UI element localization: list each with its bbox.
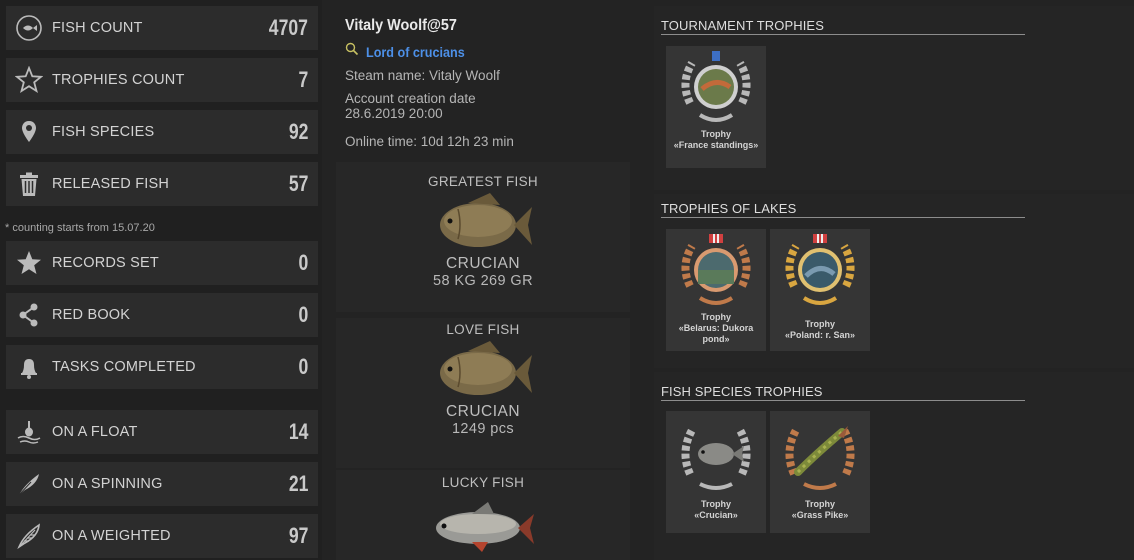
stat-label: ON A SPINNING: [52, 476, 163, 492]
feather-icon: [14, 469, 44, 499]
trophy-card[interactable]: Trophy «Poland: r. San»: [770, 229, 870, 351]
stat-label: RECORDS SET: [52, 255, 159, 271]
trophy-card[interactable]: Trophy «Belarus: Dukora pond»: [666, 229, 766, 351]
bell-icon: [14, 352, 44, 382]
search-icon: [345, 42, 359, 61]
creation-date: 28.6.2019 20:00: [345, 106, 443, 121]
stat-label: RELEASED FISH: [52, 176, 170, 192]
trophy-label: Trophy: [700, 129, 731, 139]
stat-value: 14: [288, 419, 308, 444]
trophy-name: «Grass Pike»: [791, 510, 849, 520]
stat-value: 0: [298, 354, 308, 379]
stat-trophies-count: TROPHIES COUNT 7: [6, 58, 318, 102]
gold-laurel-medal-icon: [785, 234, 855, 305]
stat-label: ON A FLOAT: [52, 424, 138, 440]
stat-on-a-float: ON A FLOAT 14: [6, 410, 318, 454]
lucky-fish-caption: LUCKY FISH: [441, 475, 525, 490]
stat-value: 21: [288, 471, 308, 496]
bronze-laurel-medal-icon: [681, 234, 751, 305]
stat-value: 57: [288, 171, 308, 196]
trophy-card[interactable]: Trophy «Crucian»: [666, 411, 766, 533]
stat-value: 4707: [268, 15, 308, 40]
player-name: Vitaly Woolf@57: [345, 17, 457, 34]
steam-name: Steam name: Vitaly Woolf: [345, 68, 500, 83]
stat-label: RED BOOK: [52, 307, 131, 323]
stat-value: 97: [288, 523, 308, 548]
stat-label: FISH COUNT: [52, 20, 143, 36]
trophy-card[interactable]: Trophy «Grass Pike»: [770, 411, 870, 533]
stat-label: TROPHIES COUNT: [52, 72, 185, 88]
feather-weighted-icon: [14, 521, 44, 551]
love-fish-card: LOVE FISH CRUCIAN 1249 pcs: [336, 322, 630, 437]
trophy-label: Trophy: [700, 312, 731, 322]
greatest-fish-name: CRUCIAN: [445, 255, 521, 272]
share-icon: [14, 300, 44, 330]
lucky-fish-card: LUCKY FISH: [336, 475, 630, 556]
stat-label: TASKS COMPLETED: [52, 359, 196, 375]
silver-laurel-medal-icon: [681, 51, 751, 122]
roach-image: [436, 502, 534, 552]
trophy-name: «France standings»: [673, 140, 759, 150]
trophy-name: «Poland: r. San»: [784, 330, 856, 340]
stat-on-a-spinning: ON A SPINNING 21: [6, 462, 318, 506]
online-time: Online time: 10d 12h 23 min: [345, 134, 514, 149]
creation-label: Account creation date: [345, 91, 476, 106]
greatest-fish-card: GREATEST FISH CRUCIAN 58 KG 269 GR: [336, 174, 630, 289]
stat-label: ON A WEIGHTED: [52, 528, 171, 544]
love-fish-count: 1249 pcs: [451, 421, 515, 437]
bronze-laurel-pike-icon: [785, 426, 855, 490]
star-outline-icon: [14, 65, 44, 95]
stat-fish-species: FISH SPECIES 92: [6, 110, 318, 154]
stat-fish-count: FISH COUNT 4707: [6, 6, 318, 50]
trash-icon: [14, 169, 44, 199]
stat-value: 7: [298, 67, 308, 92]
star-filled-icon: [14, 248, 44, 278]
trophy-label: Trophy: [700, 499, 731, 509]
stat-on-a-weighted: ON A WEIGHTED 97: [6, 514, 318, 558]
tournament-trophies-title: TOURNAMENT TROPHIES: [661, 18, 1025, 35]
stat-records-set: RECORDS SET 0: [6, 241, 318, 285]
stat-value: 0: [298, 302, 308, 327]
silver-laurel-fish-icon: [681, 428, 751, 490]
love-fish-caption: LOVE FISH: [446, 322, 520, 337]
trophies-panel: TOURNAMENT TROPHIES Trophy «France stand…: [640, 0, 1134, 560]
crucian-image: [440, 341, 532, 395]
greatest-fish-weight: 58 KG 269 GR: [433, 273, 533, 289]
trophy-label: Trophy: [804, 319, 835, 329]
stat-red-book: RED BOOK 0: [6, 293, 318, 337]
player-title-text: Lord of crucians: [366, 43, 465, 60]
counting-note: * counting starts from 15.07.20: [5, 222, 155, 234]
trophy-name: «Belarus: Dukora pond»: [678, 323, 754, 344]
species-trophies-title: FISH SPECIES TROPHIES: [661, 384, 1025, 401]
trophy-name: «Crucian»: [694, 510, 738, 520]
map-pin-icon: [14, 117, 44, 147]
stat-value: 92: [288, 119, 308, 144]
trophy-card[interactable]: Trophy «France standings»: [666, 46, 766, 168]
player-title[interactable]: Lord of crucians: [345, 42, 476, 61]
stat-label: FISH SPECIES: [52, 124, 155, 140]
trophy-label: Trophy: [804, 499, 835, 509]
stat-released-fish: RELEASED FISH 57: [6, 162, 318, 206]
love-fish-name: CRUCIAN: [445, 403, 521, 420]
fish-icon: [14, 13, 44, 43]
greatest-fish-caption: GREATEST FISH: [428, 174, 538, 189]
crucian-image: [440, 193, 532, 247]
stat-tasks-completed: TASKS COMPLETED 0: [6, 345, 318, 389]
lakes-trophies-title: TROPHIES OF LAKES: [661, 201, 1025, 218]
float-icon: [14, 417, 44, 447]
profile-panel: Vitaly Woolf@57 Lord of crucians Steam n…: [336, 0, 636, 560]
stats-panel: FISH COUNT 4707 TROPHIES COUNT 7 FISH SP…: [0, 0, 322, 560]
stat-value: 0: [298, 250, 308, 275]
